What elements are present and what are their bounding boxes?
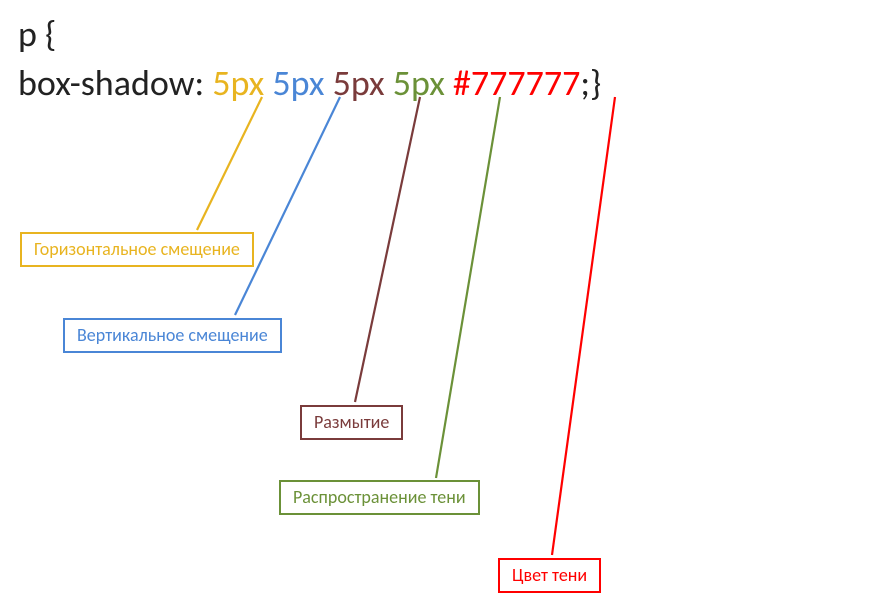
code-line-2: box-shadow: 5px 5px 5px 5px #777777;} [18, 59, 601, 108]
code-line-1: p { [18, 12, 56, 56]
code-block: p { box-shadow: 5px 5px 5px 5px #777777;… [18, 10, 601, 107]
line-spread [436, 97, 500, 478]
label-h-offset: Горизонтальное смещение [20, 232, 254, 267]
value-blur: 5px [333, 61, 385, 105]
diagram-root: p { box-shadow: 5px 5px 5px 5px #777777;… [0, 0, 880, 613]
value-spread: 5px [393, 61, 445, 105]
value-h-offset: 5px [212, 61, 264, 105]
code-property: box-shadow: [18, 61, 212, 105]
line-h-offset [197, 97, 262, 230]
line-color [552, 97, 615, 555]
line-v-offset [235, 97, 340, 315]
value-color: #777777 [453, 61, 580, 105]
label-v-offset: Вертикальное смещение [63, 318, 282, 353]
label-spread: Распространение тени [279, 480, 480, 515]
line-blur [355, 97, 420, 402]
value-v-offset: 5px [272, 61, 324, 105]
label-blur: Размытие [300, 405, 403, 440]
code-tail: ;} [580, 61, 601, 105]
label-color: Цвет тени [498, 558, 601, 593]
